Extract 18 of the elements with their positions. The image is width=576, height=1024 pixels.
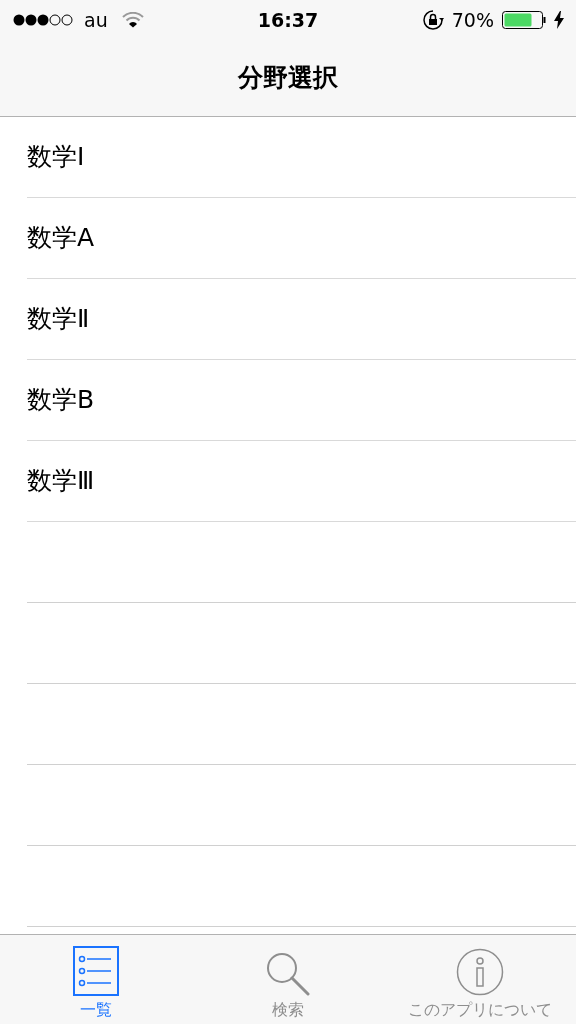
wifi-icon <box>121 12 144 28</box>
tab[interactable]: 一覧 <box>0 935 192 1024</box>
status-time: 16:37 <box>257 7 319 33</box>
search-icon <box>266 952 310 996</box>
signal-icon <box>12 13 74 27</box>
list-item[interactable]: 数学A <box>27 219 95 257</box>
nav-title: 分野選択 <box>238 62 338 95</box>
list-icon <box>73 946 119 996</box>
rotation-lock-icon <box>421 9 444 31</box>
carrier-name: au <box>84 7 108 33</box>
battery-percent: 70% <box>451 7 494 33</box>
list-item[interactable]: 数学Ⅱ <box>27 300 90 338</box>
charging-icon <box>554 11 564 29</box>
battery-icon <box>502 11 546 29</box>
list-item[interactable]: 数学B <box>27 381 95 419</box>
info-icon <box>456 948 504 996</box>
list-item[interactable]: 数学Ⅰ <box>27 138 85 176</box>
list-item[interactable]: 数学Ⅲ <box>27 462 95 500</box>
